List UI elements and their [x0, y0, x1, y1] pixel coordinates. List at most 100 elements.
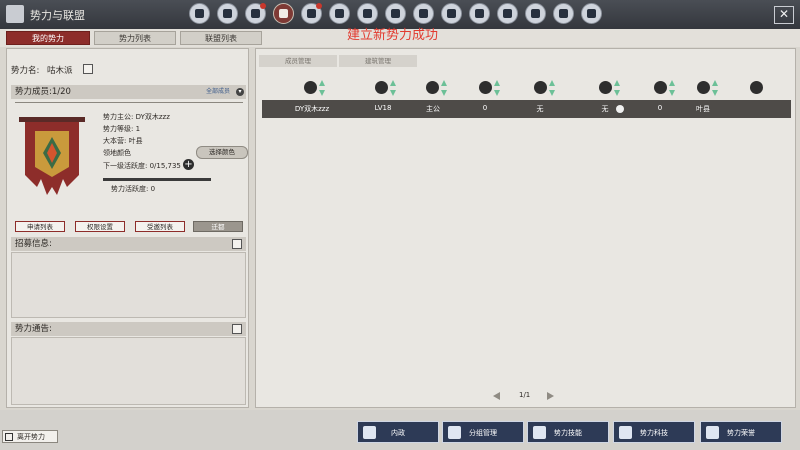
faction-skills-button[interactable]: 势力技能	[527, 421, 609, 443]
group-management-button[interactable]: 分组管理	[442, 421, 524, 443]
top-icon-bar	[189, 3, 602, 25]
prev-page-icon[interactable]	[493, 392, 500, 400]
column-7-icon	[654, 81, 667, 94]
role-column-icon	[426, 81, 439, 94]
announcement-label: 势力通告:	[15, 324, 52, 334]
success-notice: 建立新势力成功	[347, 28, 439, 43]
edit-announcement-icon[interactable]	[232, 324, 242, 334]
faction-name: 咕木派	[47, 66, 73, 76]
member-level: LV18	[374, 104, 392, 112]
top-icon-9[interactable]	[413, 3, 434, 24]
level-info: 势力等级: 1	[103, 125, 141, 133]
apply-list-button[interactable]: 申请列表	[15, 221, 65, 232]
tab-alliance-list[interactable]: 联盟列表	[180, 31, 262, 45]
exit-icon	[5, 433, 13, 441]
invite-list-button[interactable]: 受邀列表	[135, 221, 185, 232]
top-icon-1[interactable]	[189, 3, 210, 24]
member-column-8: 叶县	[696, 105, 710, 113]
window-title: 势力与联盟	[30, 9, 85, 22]
tab-faction-list[interactable]: 势力列表	[94, 31, 176, 45]
dropdown-icon[interactable]	[616, 105, 624, 113]
activity-progress-bar	[103, 178, 211, 181]
sort-column-8-icon[interactable]	[712, 80, 718, 96]
level-column-icon	[375, 81, 388, 94]
column-6-icon	[599, 81, 612, 94]
sort-level-icon[interactable]	[390, 80, 396, 96]
next-activity-info: 下一级活跃度: 0/15,735	[103, 162, 181, 170]
permission-settings-button[interactable]: 权限设置	[75, 221, 125, 232]
top-icon-8[interactable]	[385, 3, 406, 24]
faction-info-panel: 势力名: 咕木派 势力成员:1/20 全部成员 ▾ 势力主公: DY双木zzz …	[6, 48, 249, 408]
edit-name-icon[interactable]	[83, 64, 93, 74]
internal-affairs-label: 内政	[391, 429, 405, 437]
member-column-6: 无	[601, 105, 609, 113]
column-9-icon	[750, 81, 763, 94]
group-management-label: 分组管理	[469, 429, 497, 437]
page-indicator: 1/1	[519, 391, 531, 399]
member-role: 主公	[426, 105, 440, 113]
leave-faction-label: 离开势力	[17, 433, 45, 441]
sort-name-icon[interactable]	[319, 80, 325, 96]
column-header-row	[256, 78, 797, 98]
choose-color-button[interactable]: 选择颜色	[196, 146, 248, 159]
name-column-icon	[304, 81, 317, 94]
member-management-panel: 成员管理 建筑管理 DY双木zzz LV18 主公 0 无 无 0 叶县 1/1	[255, 48, 796, 408]
sort-role-icon[interactable]	[441, 80, 447, 96]
top-icon-5[interactable]	[301, 3, 322, 24]
faction-icon	[6, 5, 24, 23]
activity-info: 势力活跃度: 0	[111, 185, 156, 193]
tab-building-management[interactable]: 建筑管理	[339, 55, 417, 67]
top-icon-13[interactable]	[525, 3, 546, 24]
chevron-down-icon[interactable]: ▾	[236, 88, 244, 96]
tab-my-faction[interactable]: 我的势力	[6, 31, 90, 45]
faction-honor-button[interactable]: 势力荣誉	[700, 421, 782, 443]
sort-column-7-icon[interactable]	[669, 80, 675, 96]
announcement-header: 势力通告:	[11, 322, 246, 336]
notification-dot-icon	[260, 3, 266, 9]
faction-honor-label: 势力荣誉	[727, 429, 755, 437]
announcement-text-area[interactable]	[11, 337, 246, 405]
tab-member-management[interactable]: 成员管理	[259, 55, 337, 67]
top-icon-3[interactable]	[245, 3, 266, 24]
edit-recruit-icon[interactable]	[232, 239, 242, 249]
leave-faction-button[interactable]: 离开势力	[2, 430, 58, 443]
sort-column-6-icon[interactable]	[614, 80, 620, 96]
top-icon-15[interactable]	[581, 3, 602, 24]
top-icon-6[interactable]	[329, 3, 350, 24]
base-info: 大本营: 叶县	[103, 137, 143, 145]
recruit-text-area[interactable]	[11, 252, 246, 318]
members-count: 势力成员:1/20	[15, 87, 71, 97]
notification-dot-icon	[316, 3, 322, 9]
top-icon-7[interactable]	[357, 3, 378, 24]
faction-tech-button[interactable]: 势力科技	[613, 421, 695, 443]
top-icon-11[interactable]	[469, 3, 490, 24]
member-name: DY双木zzz	[294, 105, 330, 113]
top-icon-14[interactable]	[553, 3, 574, 24]
internal-affairs-button[interactable]: 内政	[357, 421, 439, 443]
next-page-icon[interactable]	[547, 392, 554, 400]
divider	[15, 102, 243, 103]
recruit-label: 招募信息:	[15, 239, 52, 249]
faction-banner	[19, 117, 85, 195]
column-4-icon	[479, 81, 492, 94]
member-column-4: 0	[482, 104, 488, 112]
member-filter[interactable]: 全部成员	[206, 85, 230, 99]
faction-name-label: 势力名:	[11, 66, 40, 76]
top-icon-faction[interactable]	[273, 3, 294, 24]
member-column-7: 0	[657, 104, 663, 112]
top-icon-2[interactable]	[217, 3, 238, 24]
column-5-icon	[534, 81, 547, 94]
top-icon-12[interactable]	[497, 3, 518, 24]
bottom-bar: 离开势力 内政 分组管理 势力技能 势力科技 势力荣誉	[0, 410, 800, 450]
other-action-button[interactable]: 迁都	[193, 221, 243, 232]
add-activity-button[interactable]: +	[183, 159, 194, 170]
pagination: 1/1	[491, 391, 581, 403]
sort-column-4-icon[interactable]	[494, 80, 500, 96]
banner-rod	[19, 117, 85, 122]
sort-column-5-icon[interactable]	[549, 80, 555, 96]
close-button[interactable]: ✕	[774, 6, 794, 24]
table-row[interactable]: DY双木zzz LV18 主公 0 无 无 0 叶县	[262, 100, 791, 118]
territory-color-label: 领地颜色	[103, 149, 131, 157]
members-header: 势力成员:1/20 全部成员 ▾	[11, 85, 246, 99]
top-icon-10[interactable]	[441, 3, 462, 24]
